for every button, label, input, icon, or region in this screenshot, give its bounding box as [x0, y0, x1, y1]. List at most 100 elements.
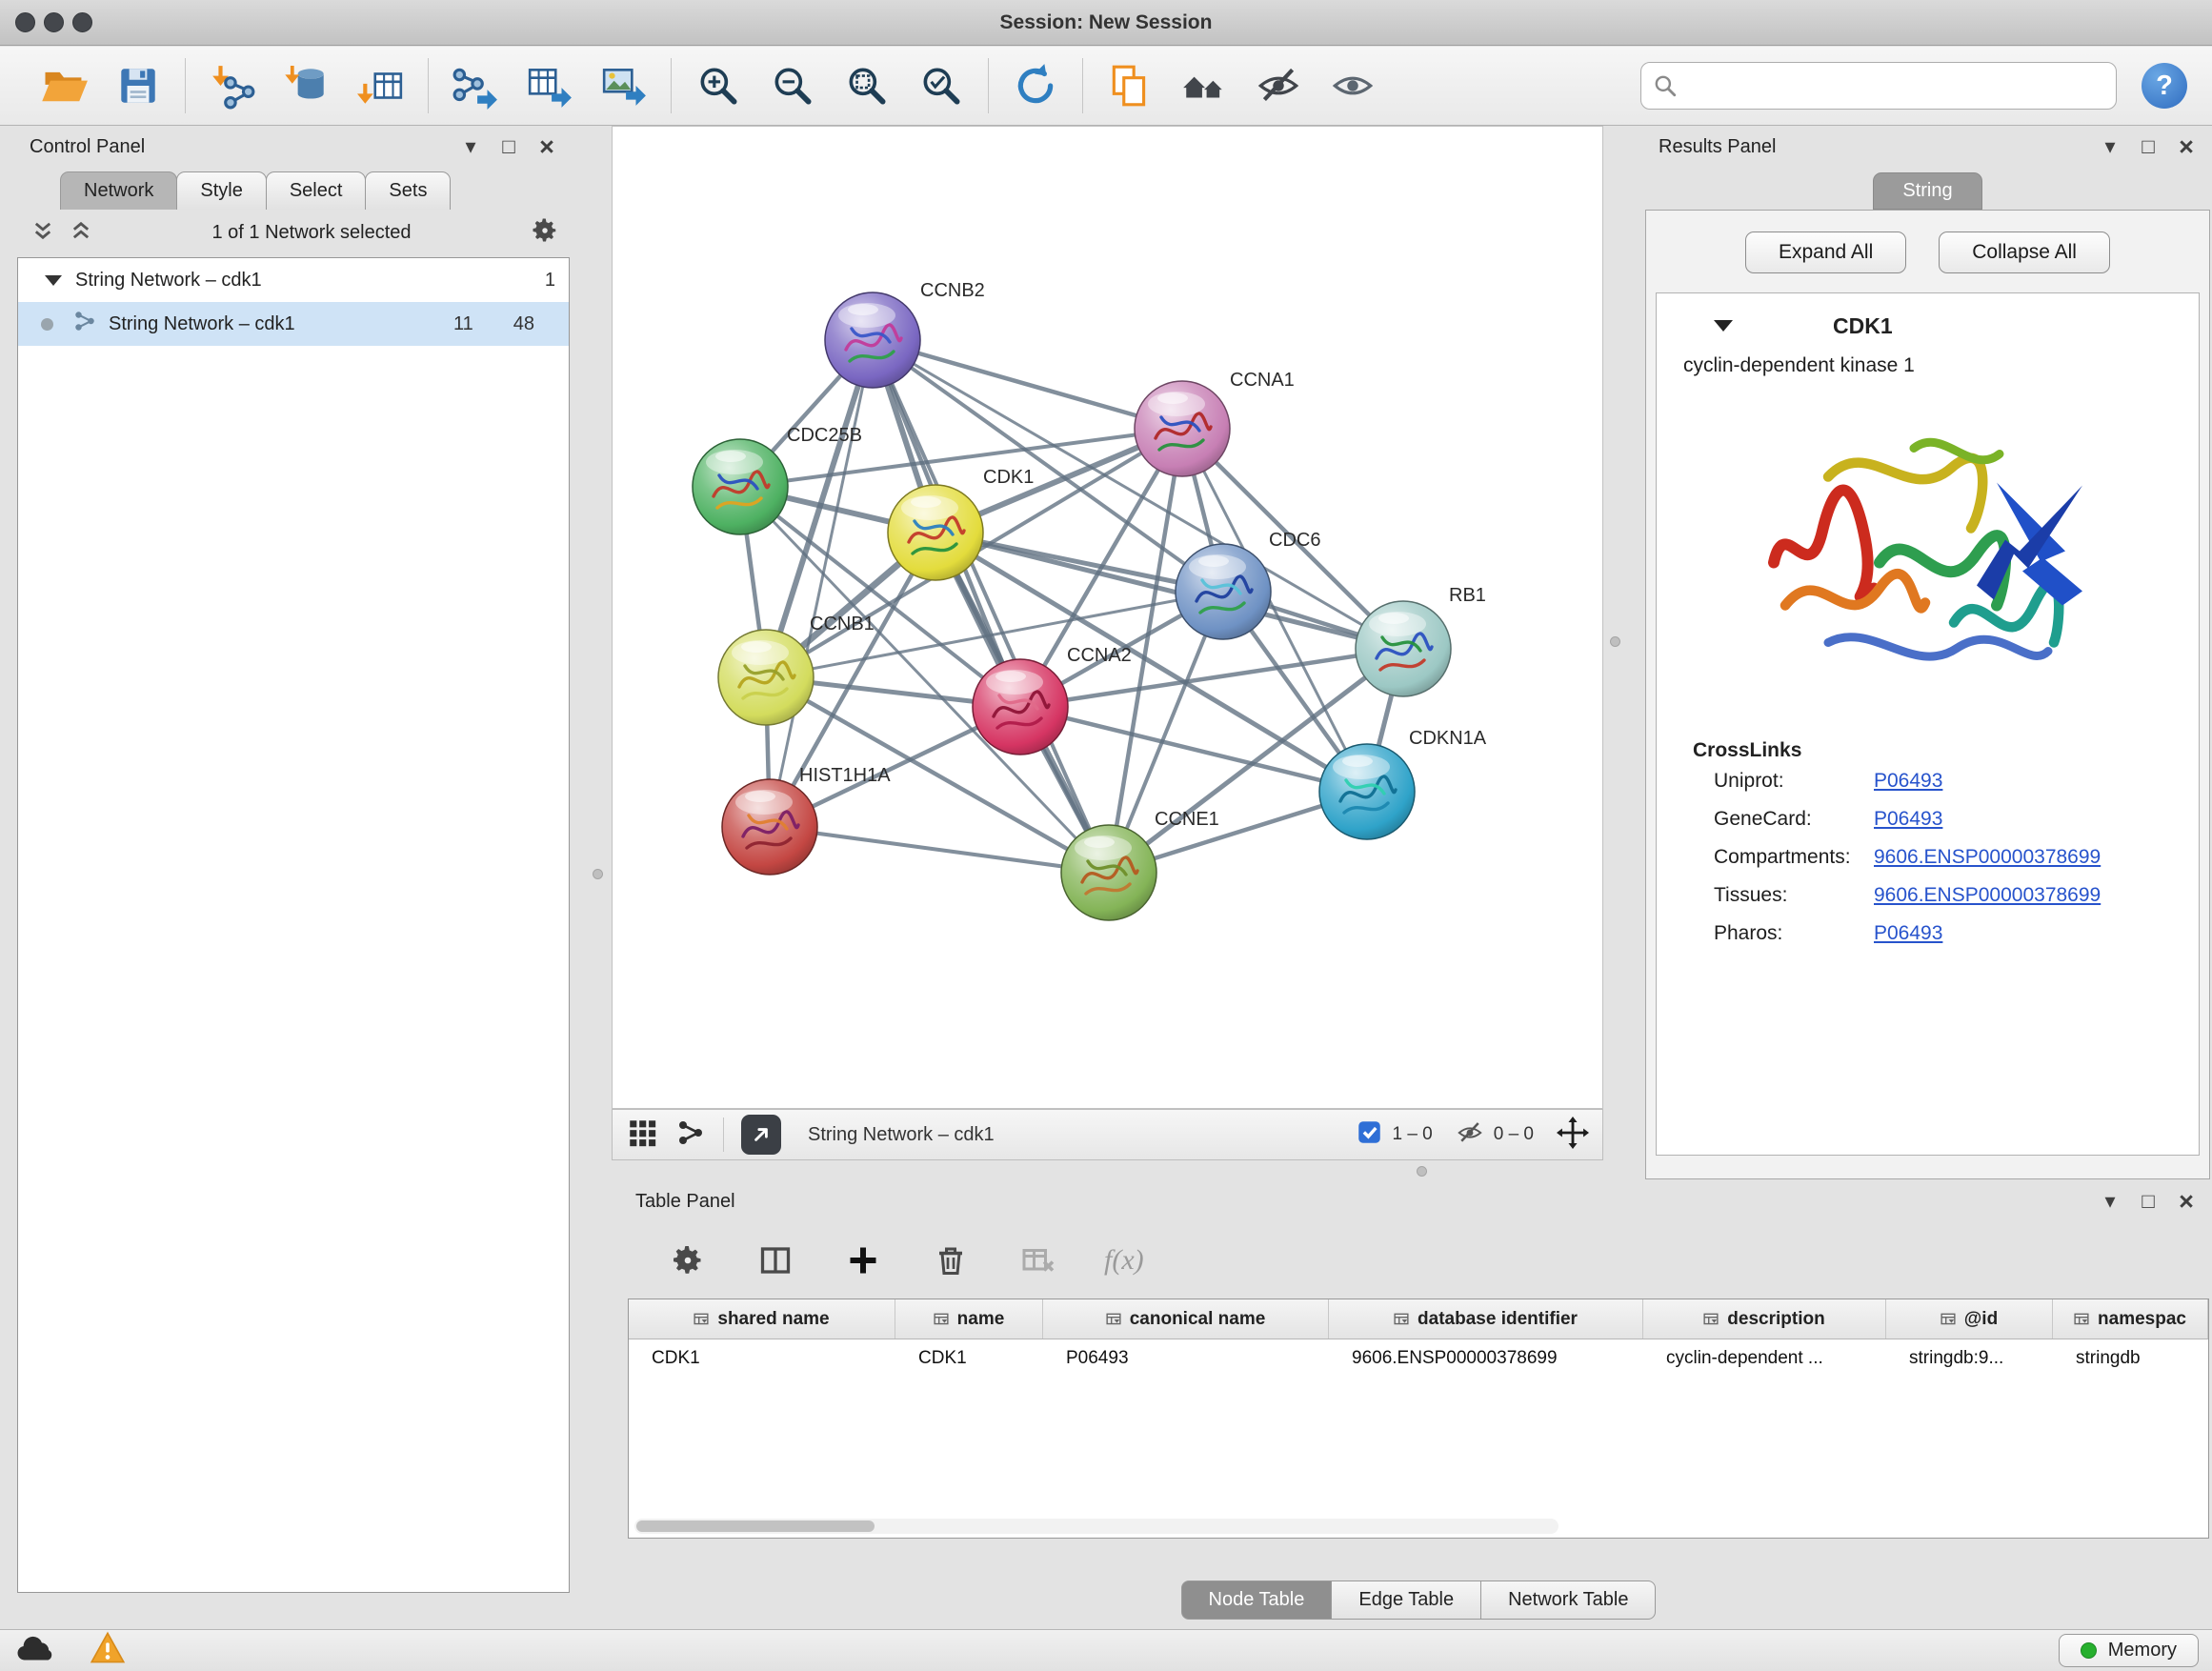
zoom-out-button[interactable]: [767, 60, 818, 111]
tab-select[interactable]: Select: [266, 171, 367, 210]
save-session-button[interactable]: [112, 60, 164, 111]
network-node-ccna2[interactable]: [973, 659, 1068, 755]
column-header-canonical-name[interactable]: canonical name: [1043, 1299, 1329, 1339]
grid-view-icon[interactable]: [626, 1117, 658, 1154]
export-network-button[interactable]: [450, 60, 501, 111]
column-header-shared-name[interactable]: shared name: [629, 1299, 895, 1339]
zoom-fit-button[interactable]: [841, 60, 893, 111]
table-horizontal-scrollbar[interactable]: [634, 1519, 1558, 1534]
panel-close-icon[interactable]: ×: [2170, 132, 2202, 161]
crosslink-uniprot[interactable]: P06493: [1874, 770, 1942, 793]
function-builder-button[interactable]: f(x): [1104, 1244, 1144, 1277]
panel-float-icon[interactable]: □: [2132, 132, 2164, 161]
show-columns-icon[interactable]: [754, 1238, 797, 1282]
scrollbar-thumb[interactable]: [636, 1520, 875, 1532]
apply-layout-button[interactable]: [1010, 60, 1061, 111]
panel-close-icon[interactable]: ×: [2170, 1187, 2202, 1216]
export-image-button[interactable]: [598, 60, 650, 111]
export-network-icon: [452, 62, 499, 110]
collapse-all-nodes-icon[interactable]: [31, 219, 54, 247]
panel-float-icon[interactable]: □: [493, 132, 525, 161]
search-input[interactable]: [1640, 62, 2117, 110]
column-header-namespac[interactable]: namespac: [2053, 1299, 2208, 1339]
network-node-cdk1[interactable]: [888, 485, 983, 580]
zoom-selected-icon: [917, 62, 965, 110]
string-home-button[interactable]: [1178, 60, 1230, 111]
network-edge[interactable]: [770, 827, 1109, 873]
network-node-ccnb2[interactable]: [825, 292, 920, 388]
add-column-plus-icon[interactable]: [841, 1238, 885, 1282]
export-table-button[interactable]: [524, 60, 575, 111]
crosslink-compartments[interactable]: 9606.ENSP00000378699: [1874, 846, 2101, 869]
copy-button[interactable]: [1104, 60, 1156, 111]
delete-column-trash-icon[interactable]: [929, 1238, 973, 1282]
panel-menu-icon[interactable]: ▾: [454, 132, 487, 161]
network-edge[interactable]: [873, 340, 1109, 873]
panel-close-icon[interactable]: ×: [531, 132, 563, 161]
column-header-name[interactable]: name: [895, 1299, 1043, 1339]
tab-edge-table[interactable]: Edge Table: [1331, 1580, 1481, 1620]
collapse-all-button[interactable]: Collapse All: [1939, 232, 2110, 273]
pan-mode-icon[interactable]: [1557, 1117, 1589, 1154]
selected-items-checkbox-icon[interactable]: [1357, 1119, 1382, 1150]
open-session-button[interactable]: [38, 60, 90, 111]
zoom-selected-button[interactable]: [915, 60, 967, 111]
collapse-caret-icon[interactable]: [1714, 320, 1733, 332]
birdseye-view-icon[interactable]: [675, 1117, 706, 1153]
import-network-file-button[interactable]: [207, 60, 258, 111]
tree-expander-icon[interactable]: [45, 275, 62, 286]
gene-card-header[interactable]: CDK1: [1657, 305, 2199, 347]
show-graphics-button[interactable]: [1327, 60, 1378, 111]
toolbar-search: [1640, 62, 2117, 110]
network-edge-count: 48: [513, 313, 534, 335]
network-node-ccnb1[interactable]: [718, 630, 814, 725]
crosslink-tissues[interactable]: 9606.ENSP00000378699: [1874, 884, 2101, 907]
crosslink-pharos[interactable]: P06493: [1874, 922, 1942, 945]
table-settings-gear-icon[interactable]: [666, 1238, 710, 1282]
network-edge[interactable]: [770, 340, 873, 827]
hide-unhide-button[interactable]: [1253, 60, 1304, 111]
tab-network-table[interactable]: Network Table: [1480, 1580, 1656, 1620]
network-node-cdc6[interactable]: [1176, 544, 1271, 639]
expand-all-button[interactable]: Expand All: [1745, 232, 1906, 273]
expand-all-nodes-icon[interactable]: [70, 219, 92, 247]
panel-menu-icon[interactable]: ▾: [2094, 132, 2126, 161]
help-button[interactable]: ?: [2142, 63, 2187, 109]
import-network-database-button[interactable]: [281, 60, 332, 111]
tab-node-table[interactable]: Node Table: [1181, 1580, 1333, 1620]
tab-sets[interactable]: Sets: [365, 171, 451, 210]
right-splitter-handle[interactable]: [1610, 636, 1620, 647]
node-label-cdc6: CDC6: [1269, 530, 1320, 551]
left-splitter-handle[interactable]: [593, 869, 603, 879]
table-row[interactable]: CDK1CDK1P064939606.ENSP00000378699cyclin…: [629, 1339, 2208, 1379]
question-mark-icon: ?: [2156, 70, 2173, 102]
network-node-rb1[interactable]: [1356, 601, 1451, 696]
tab-style[interactable]: Style: [176, 171, 266, 210]
network-node-ccna1[interactable]: [1135, 381, 1230, 476]
network-node-cdkn1a[interactable]: [1319, 744, 1415, 839]
network-canvas[interactable]: CCNB2CCNA1CDC25BCDK1CDC6RB1CCNB1CCNA2CDK…: [612, 126, 1603, 1109]
column-header-id[interactable]: @id: [1886, 1299, 2053, 1339]
import-table-button[interactable]: [355, 60, 407, 111]
detach-view-button[interactable]: [741, 1115, 781, 1155]
tab-network[interactable]: Network: [60, 171, 177, 210]
network-collection-row[interactable]: String Network – cdk1 1: [18, 258, 569, 302]
panel-menu-icon[interactable]: ▾: [2094, 1187, 2126, 1216]
tab-string[interactable]: String: [1873, 172, 1981, 210]
network-graph[interactable]: CCNB2CCNA1CDC25BCDK1CDC6RB1CCNB1CCNA2CDK…: [613, 127, 1602, 1108]
zoom-in-button[interactable]: [693, 60, 744, 111]
bottom-splitter-handle[interactable]: [1417, 1166, 1427, 1177]
cloud-icon[interactable]: [13, 1632, 57, 1669]
network-node-hist1h1a[interactable]: [722, 779, 817, 875]
memory-button[interactable]: Memory: [2059, 1634, 2199, 1667]
hidden-items-eye-slash-icon[interactable]: [1456, 1118, 1484, 1152]
column-header-description[interactable]: description: [1643, 1299, 1886, 1339]
column-header-database-identifier[interactable]: database identifier: [1329, 1299, 1643, 1339]
network-node-ccne1[interactable]: [1061, 825, 1156, 920]
panel-float-icon[interactable]: □: [2132, 1187, 2164, 1216]
crosslink-genecard[interactable]: P06493: [1874, 808, 1942, 831]
network-options-gear-icon[interactable]: [531, 216, 559, 250]
warning-icon[interactable]: [90, 1631, 126, 1670]
network-row-selected[interactable]: String Network – cdk1 11 48: [18, 302, 569, 346]
network-node-cdc25b[interactable]: [693, 439, 788, 534]
